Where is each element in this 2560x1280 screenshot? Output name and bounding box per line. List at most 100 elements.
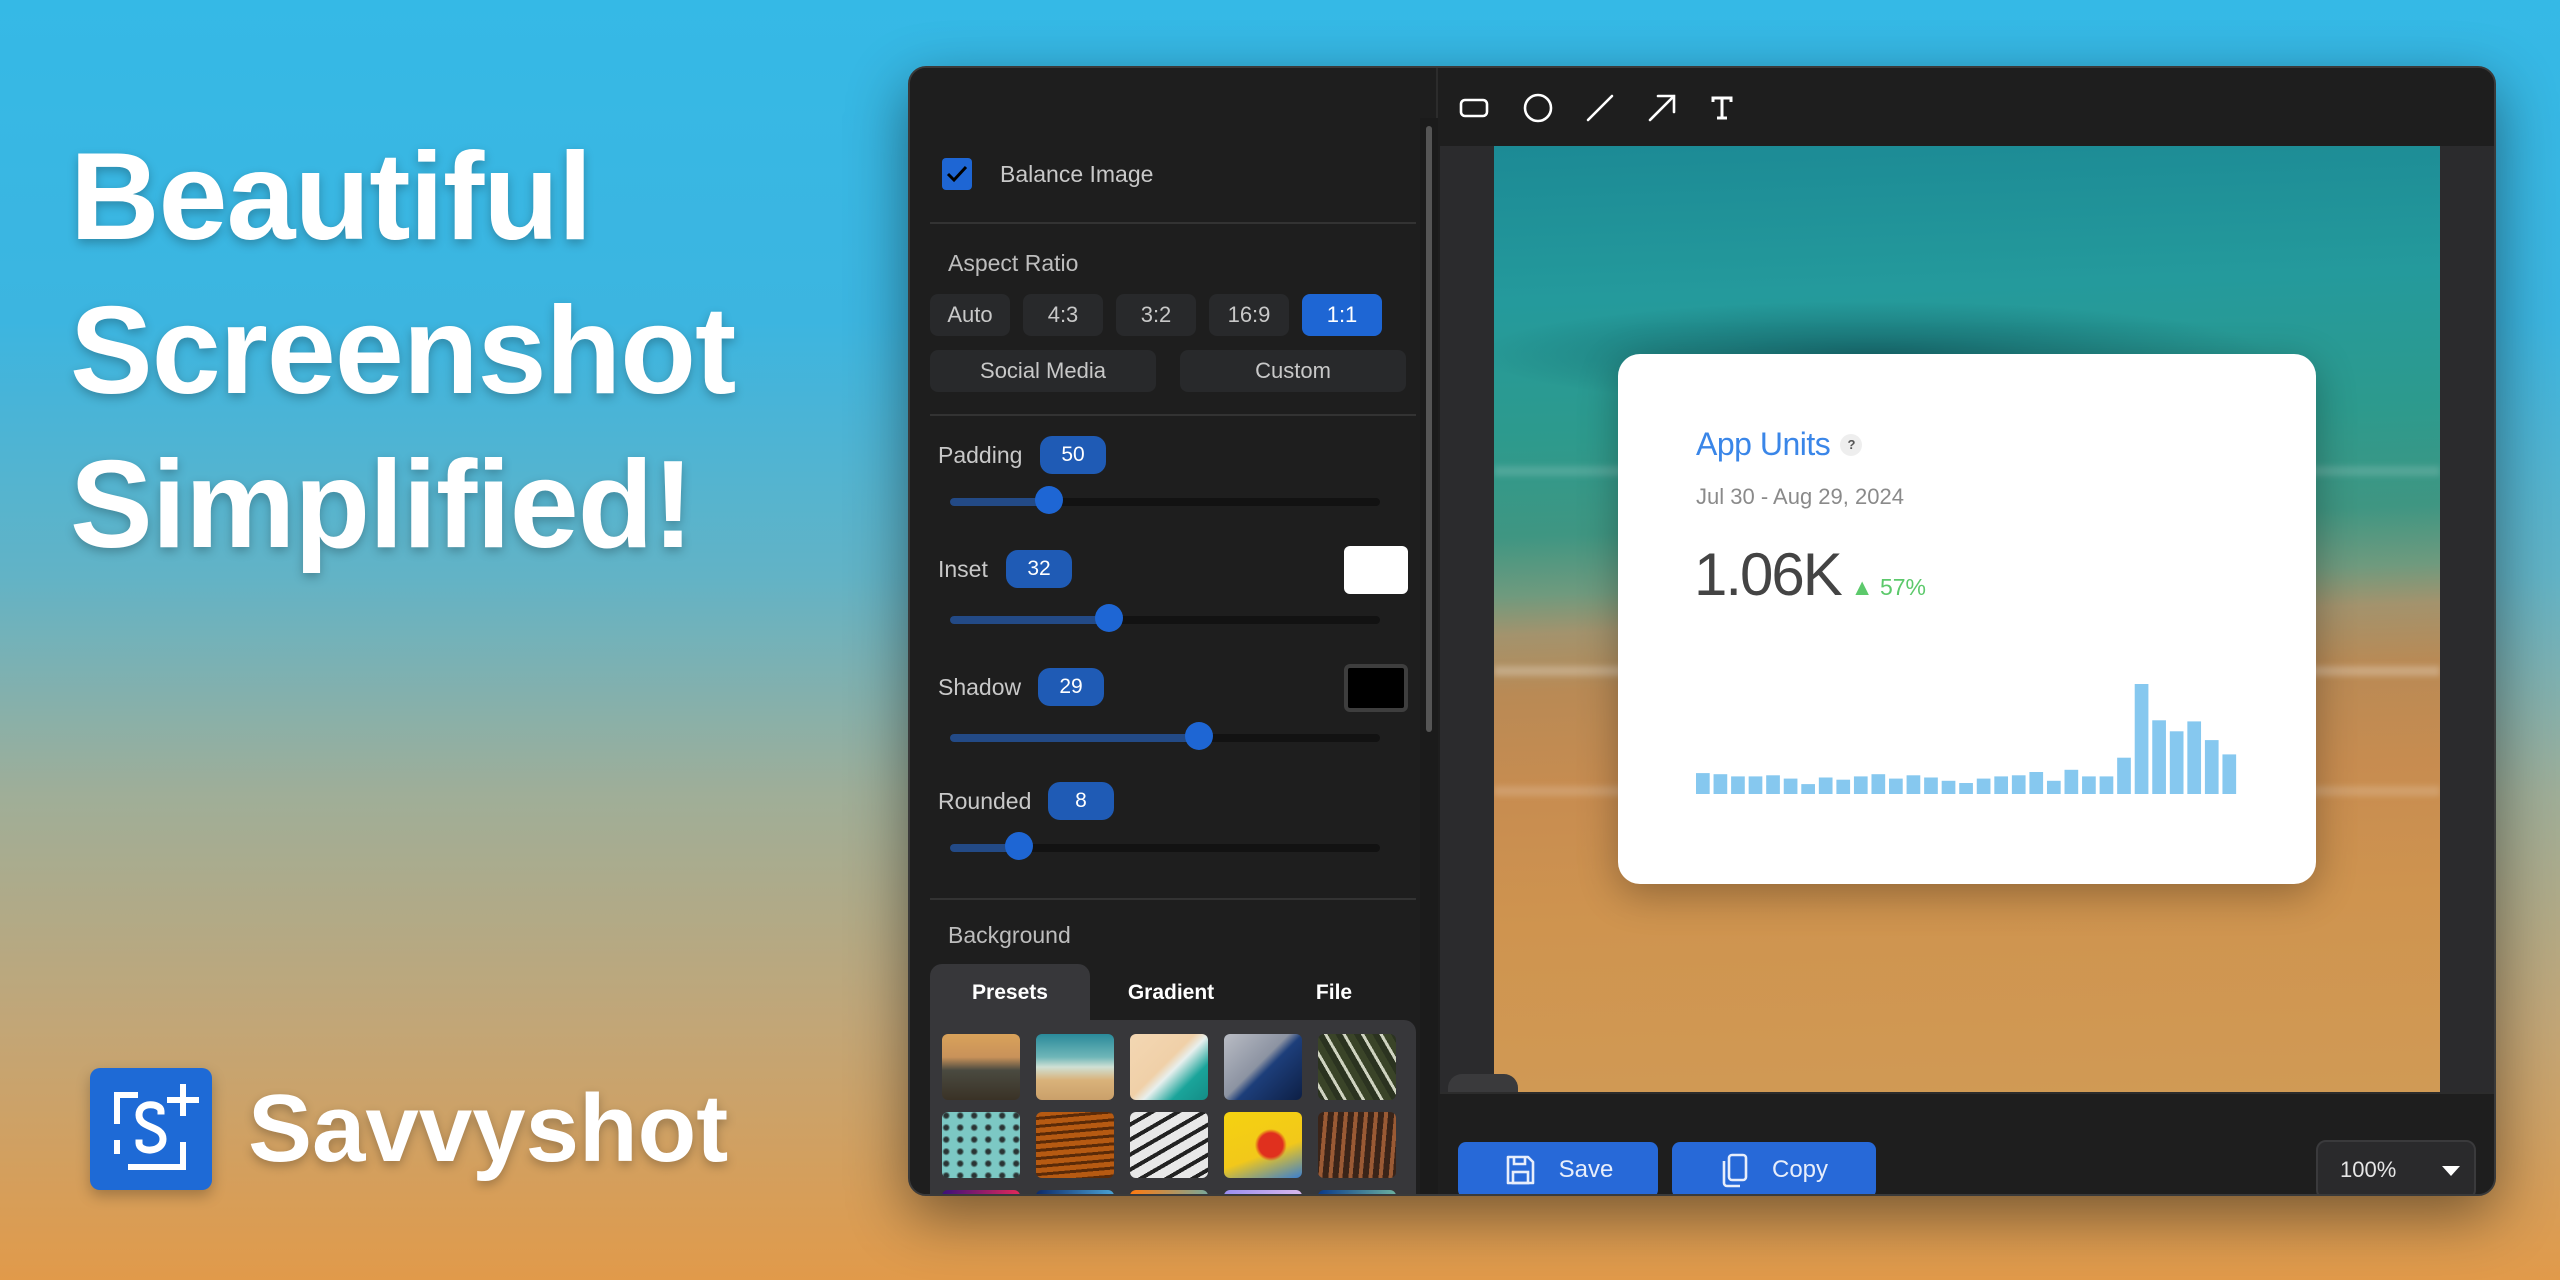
tab-presets[interactable]: Presets [930,964,1090,1022]
rectangle-tool[interactable] [1456,90,1492,126]
chart-bar-aug-13 [1941,780,1956,794]
copy-button[interactable]: Copy [1672,1142,1876,1194]
chart-bar-aug-8 [1853,776,1868,794]
chart-bar-aug-21 [2082,776,2096,794]
inset-value[interactable]: 32 [1006,550,1072,588]
zoom-level-value: 100% [2340,1157,2397,1182]
chart-bar-aug-29 [2222,754,2237,794]
shadow-label: Shadow [938,674,1022,700]
chart-bar-aug-23 [2117,757,2131,794]
aspect-auto-button[interactable]: Auto [930,294,1010,336]
bar-chart-svg [1696,684,2237,794]
circle-icon [1523,93,1553,123]
save-button[interactable]: Save [1458,1142,1658,1194]
preset-brown-texture[interactable] [1318,1112,1396,1178]
text-tool[interactable] [1704,90,1740,126]
brand-name: Savvyshot [248,1075,729,1182]
chart-bar-aug-9 [1871,774,1886,794]
padding-slider[interactable] [950,486,1380,514]
divider [930,898,1416,900]
arrow-tool[interactable] [1644,90,1680,126]
chart-bar-aug-2 [1748,776,1763,794]
rounded-value[interactable]: 8 [1048,782,1114,820]
aspect-ratio-title: Aspect Ratio [948,250,1079,276]
chart-bar-aug-26 [2169,731,2184,794]
slider-knob[interactable] [1095,604,1124,632]
chart-bar-aug-24 [2134,684,2149,794]
chart-bar-aug-28 [2204,740,2219,794]
card-title-text: App Units [1696,426,1831,462]
preset-orange-teal[interactable] [1130,1190,1208,1194]
chart-bar-aug-10 [1889,778,1903,794]
preset-navy-skyblue[interactable] [1036,1190,1114,1194]
circle-tool[interactable] [1520,90,1556,126]
chart-bar-aug-7 [1836,779,1851,794]
settings-sidebar: Balance Image Aspect Ratio Auto 4:3 3:2 … [910,68,1438,1194]
tab-gradient[interactable]: Gradient [1090,964,1252,1022]
aspect-16-9-button[interactable]: 16:9 [1209,294,1289,336]
help-icon[interactable]: ? [1840,433,1863,456]
canvas-area: App Units ? Jul 30 - Aug 29, 2024 1.06K … [1440,146,2494,1144]
divider [930,414,1416,416]
line-tool[interactable] [1582,90,1618,126]
inset-slider[interactable] [950,604,1380,632]
chart-bar-aug-15 [1976,778,1991,794]
line-icon [1586,94,1614,122]
zoom-level-select[interactable]: 100% [2316,1140,2476,1194]
preset-zebra-stripes[interactable] [1130,1112,1208,1178]
shadow-slider[interactable] [950,722,1380,750]
social-media-button[interactable]: Social Media [930,350,1156,392]
preset-sand-turquoise[interactable] [1130,1034,1208,1100]
card-value-number: 1.06K [1694,541,1843,608]
rounded-label: Rounded [938,788,1032,814]
headline-line-2: Screenshot [70,282,736,420]
preset-green-rain[interactable] [1318,1034,1396,1100]
inset-color-swatch[interactable] [1344,546,1408,594]
preset-orange-dunes[interactable] [1036,1112,1114,1178]
chart-bar-aug-22 [2099,776,2114,794]
rounded-slider[interactable] [950,832,1380,860]
arrow-icon [1648,94,1676,122]
balance-image-row[interactable]: Balance Image [942,158,1153,190]
aspect-1-1-button[interactable]: 1:1 [1302,294,1382,336]
preset-blue-green[interactable] [1318,1190,1396,1194]
custom-ratio-button[interactable]: Custom [1180,350,1406,392]
headline-line-3: Simplified! [70,436,694,574]
padding-value[interactable]: 50 [1040,436,1106,474]
preset-desert-sunset[interactable] [942,1034,1020,1100]
preset-teal-pattern[interactable] [942,1112,1020,1178]
chart-bar-jul-31 [1713,774,1728,794]
divider [930,222,1416,224]
aspect-4-3-button[interactable]: 4:3 [1023,294,1103,336]
annotation-toolbar [1440,68,2494,146]
chart-bar-aug-4 [1783,778,1798,794]
preset-lavender[interactable] [1224,1190,1302,1194]
text-icon [1711,96,1733,120]
save-icon [1506,1155,1534,1185]
inset-label: Inset [938,556,988,582]
preset-blue-abstract[interactable] [1224,1034,1302,1100]
preset-yellow-paint[interactable] [1224,1112,1302,1178]
slider-fill [950,734,1200,742]
card-date-range: Jul 30 - Aug 29, 2024 [1696,484,1904,509]
preset-purple-magenta[interactable] [942,1190,1020,1194]
shadow-color-swatch[interactable] [1344,664,1408,712]
card-value: 1.06K ▲ 57% [1694,540,1926,609]
shadow-value[interactable]: 29 [1038,668,1104,706]
chart-bar-aug-16 [1994,776,2009,794]
tab-file[interactable]: File [1252,964,1416,1022]
balance-image-checkbox[interactable] [942,158,972,190]
chart-bar-aug-6 [1818,777,1833,794]
sidebar-scrollbar[interactable] [1426,126,1432,732]
copy-icon [1722,1153,1748,1188]
slider-knob[interactable] [1034,486,1063,514]
slider-knob[interactable] [1004,832,1033,860]
slider-knob[interactable] [1185,722,1214,750]
preset-beach-waves[interactable] [1036,1034,1114,1100]
chart-bar-aug-27 [2187,721,2202,794]
chart-bar-aug-11 [1906,775,1921,794]
background-tabs: Presets Gradient File [930,964,1416,1194]
chart-bar-aug-3 [1766,775,1780,794]
aspect-3-2-button[interactable]: 3:2 [1116,294,1196,336]
copy-label: Copy [1771,1156,1829,1183]
